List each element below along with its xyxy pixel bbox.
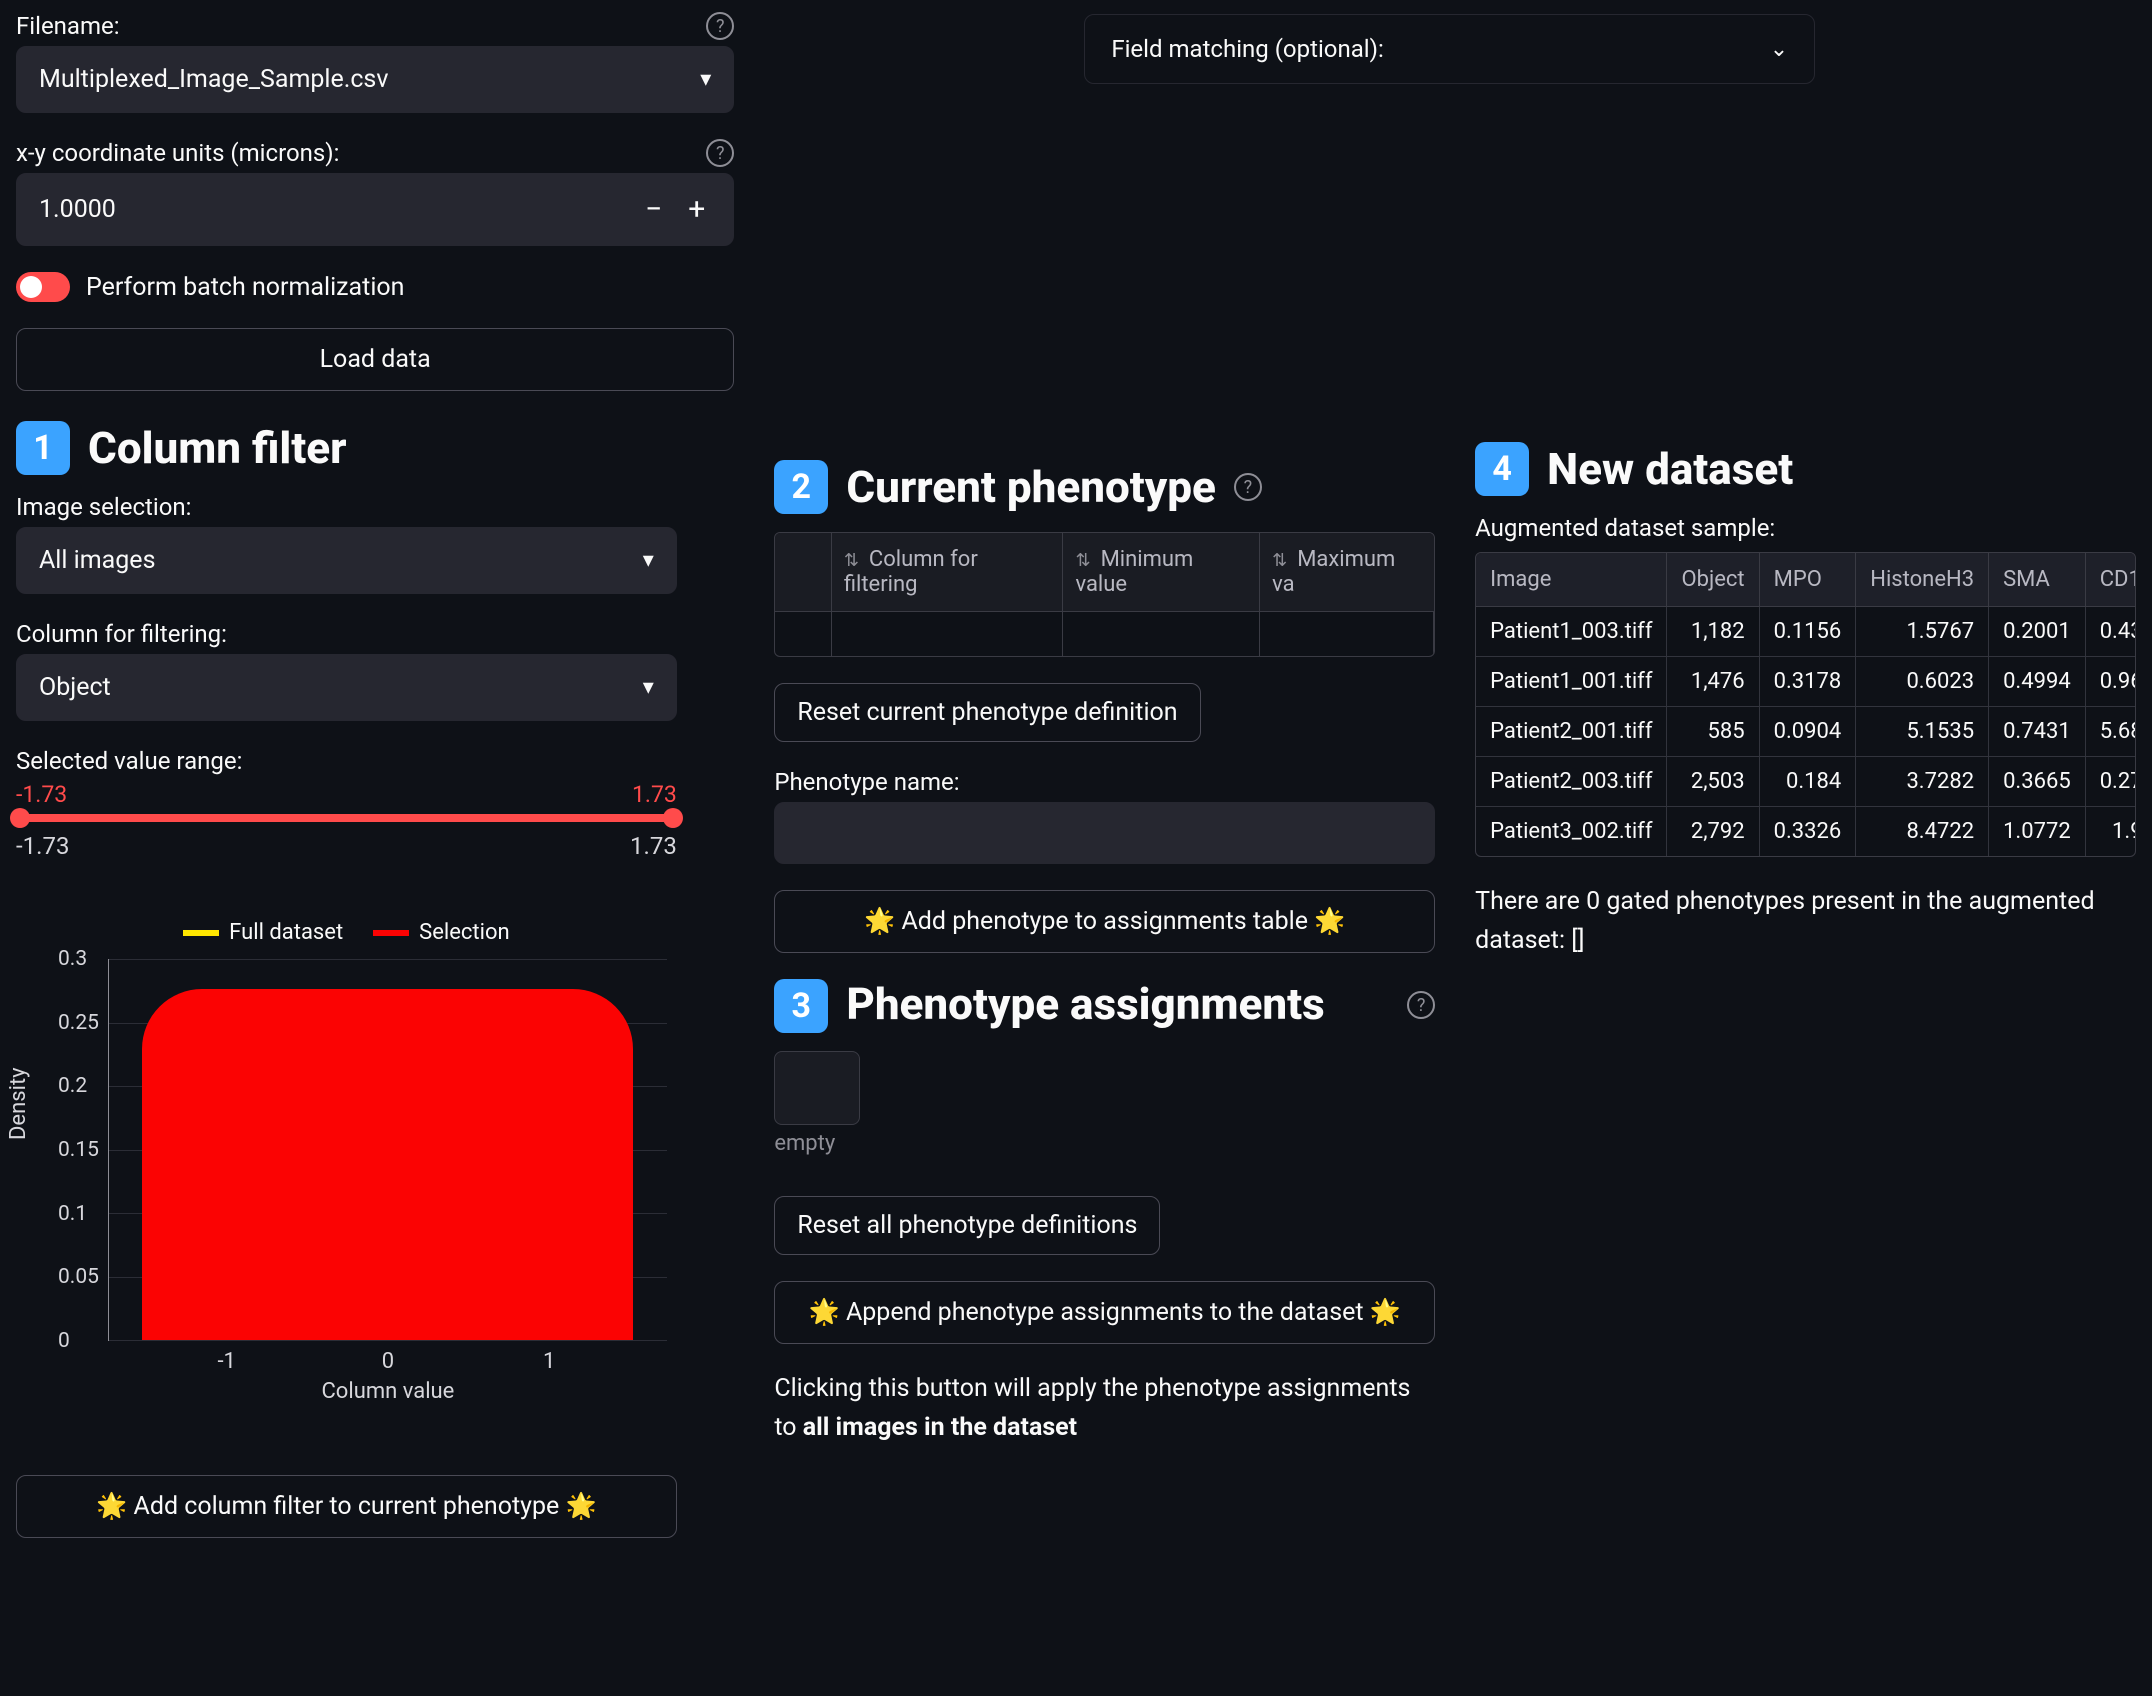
table-row[interactable]: Patient2_003.tiff2,5030.1843.72820.36650… xyxy=(1476,757,2136,807)
current-phenotype-table[interactable]: ⇅Column for filtering ⇅Minimum value ⇅Ma… xyxy=(774,532,1435,657)
section-3-badge: 3 xyxy=(774,979,828,1033)
table-header[interactable]: SMA xyxy=(1989,553,2086,607)
filename-label: Filename: xyxy=(16,12,120,40)
sample-label: Augmented dataset sample: xyxy=(1475,514,2136,542)
append-assignments-button[interactable]: 🌟 Append phenotype assignments to the da… xyxy=(774,1281,1435,1344)
filename-value: Multiplexed_Image_Sample.csv xyxy=(39,65,388,94)
image-selection-label: Image selection: xyxy=(16,493,191,521)
filename-select[interactable]: Multiplexed_Image_Sample.csv ▾ xyxy=(16,46,734,113)
chart-plot-area: -101 Column value xyxy=(108,959,667,1341)
range-max: 1.73 xyxy=(630,832,677,860)
load-data-button[interactable]: Load data xyxy=(16,328,734,391)
assignments-empty-box[interactable] xyxy=(774,1051,860,1125)
help-icon[interactable]: ? xyxy=(706,12,734,40)
table-header[interactable]: Image xyxy=(1476,553,1667,607)
col-filter-header: Column for filtering xyxy=(844,547,978,597)
batch-norm-toggle[interactable] xyxy=(16,272,70,302)
filter-column-value: Object xyxy=(39,673,111,702)
plus-icon[interactable]: + xyxy=(688,192,705,227)
batch-norm-label: Perform batch normalization xyxy=(86,273,404,302)
section-2-title: Current phenotype xyxy=(846,461,1216,513)
sort-icon: ⇅ xyxy=(844,550,859,571)
assignments-empty-caption: empty xyxy=(774,1131,1435,1156)
add-column-filter-button[interactable]: 🌟 Add column filter to current phenotype… xyxy=(16,1475,677,1538)
gated-phenotypes-line: There are 0 gated phenotypes present in … xyxy=(1475,883,2136,961)
augmented-dataset-table[interactable]: ImageObjectMPOHistoneH3SMACD16CPatient1_… xyxy=(1475,552,2136,857)
section-3-title: Phenotype assignments xyxy=(846,979,1324,1030)
table-row[interactable]: Patient2_001.tiff5850.09045.15350.74315.… xyxy=(1476,707,2136,757)
legend-selection: Selection xyxy=(419,920,510,945)
table-row[interactable]: Patient1_001.tiff1,4760.31780.60230.4994… xyxy=(1476,657,2136,707)
image-selection-select[interactable]: All images ▾ xyxy=(16,527,677,594)
section-1-badge: 1 xyxy=(16,421,70,475)
legend-full: Full dataset xyxy=(229,920,343,945)
min-header: Minimum value xyxy=(1075,547,1193,597)
range-min: -1.73 xyxy=(16,832,69,860)
table-row[interactable]: Patient3_002.tiff2,7920.33268.47221.0772… xyxy=(1476,807,2136,857)
filter-column-label: Column for filtering: xyxy=(16,620,227,648)
chart-ylabel: Density xyxy=(6,1067,31,1140)
table-header[interactable]: Object xyxy=(1667,553,1759,607)
units-value: 1.0000 xyxy=(39,195,645,224)
range-slider[interactable]: -1.73 1.73 -1.73 1.73 xyxy=(16,781,677,860)
section-4-badge: 4 xyxy=(1475,442,1529,496)
chart-selection-area xyxy=(142,989,633,1340)
help-icon[interactable]: ? xyxy=(706,139,734,167)
table-header[interactable]: CD16 xyxy=(2085,553,2136,607)
chevron-down-icon: ▾ xyxy=(700,67,711,92)
reset-current-button[interactable]: Reset current phenotype definition xyxy=(774,683,1200,742)
reset-all-button[interactable]: Reset all phenotype definitions xyxy=(774,1196,1160,1255)
help-icon[interactable]: ? xyxy=(1407,991,1435,1019)
add-phenotype-button[interactable]: 🌟 Add phenotype to assignments table 🌟 xyxy=(774,890,1435,953)
range-label: Selected value range: xyxy=(16,747,242,775)
filter-column-select[interactable]: Object ▾ xyxy=(16,654,677,721)
table-header[interactable]: MPO xyxy=(1759,553,1856,607)
field-matching-label: Field matching (optional): xyxy=(1111,35,1383,63)
image-selection-value: All images xyxy=(39,546,155,575)
phenotype-name-input[interactable] xyxy=(774,802,1435,864)
sort-icon: ⇅ xyxy=(1272,550,1287,571)
units-label: x-y coordinate units (microns): xyxy=(16,139,339,167)
chart-xlabel: Column value xyxy=(321,1379,454,1404)
section-1-title: Column filter xyxy=(88,422,347,474)
phenotype-name-label: Phenotype name: xyxy=(774,768,959,796)
chevron-down-icon: ▾ xyxy=(643,548,654,573)
units-input[interactable]: 1.0000 − + xyxy=(16,173,734,246)
chevron-down-icon: ▾ xyxy=(643,675,654,700)
max-header: Maximum va xyxy=(1272,547,1395,597)
density-chart: Full dataset Selection Density 00.050.10… xyxy=(16,920,677,1405)
append-hint: Clicking this button will apply the phen… xyxy=(774,1370,1435,1448)
sort-icon: ⇅ xyxy=(1075,550,1090,571)
table-row[interactable]: Patient1_003.tiff1,1820.11561.57670.2001… xyxy=(1476,607,2136,657)
section-4-title: New dataset xyxy=(1547,443,1793,495)
range-lo: -1.73 xyxy=(16,781,67,808)
section-2-badge: 2 xyxy=(774,460,828,514)
help-icon[interactable]: ? xyxy=(1234,473,1262,501)
minus-icon[interactable]: − xyxy=(645,192,662,227)
range-hi: 1.73 xyxy=(632,781,677,808)
table-header[interactable]: HistoneH3 xyxy=(1856,553,1989,607)
